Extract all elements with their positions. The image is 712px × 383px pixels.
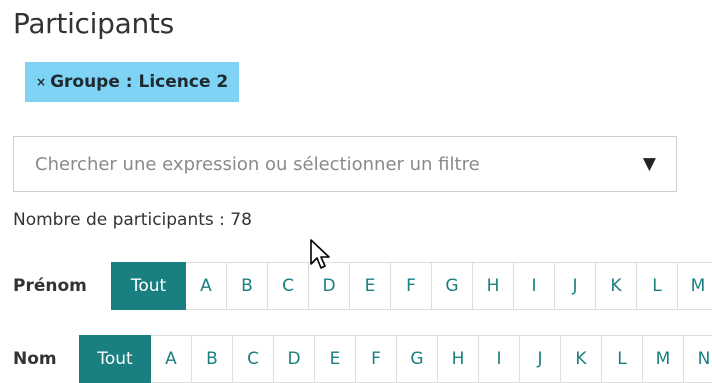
lastname-initial-m[interactable]: M — [643, 335, 684, 383]
search-filter-box[interactable]: ▼ — [13, 136, 677, 192]
page-title: Participants — [13, 7, 174, 40]
firstname-initial-b[interactable]: B — [227, 262, 268, 310]
lastname-initial-l[interactable]: L — [602, 335, 643, 383]
lastname-initial-k[interactable]: K — [561, 335, 602, 383]
lastname-initial-n[interactable]: N — [684, 335, 712, 383]
firstname-initial-i[interactable]: I — [514, 262, 555, 310]
close-icon[interactable]: × — [36, 75, 46, 89]
lastname-initial-f[interactable]: F — [356, 335, 397, 383]
firstname-initials-buttons: Tout A B C D E F G H I J K L M — [111, 262, 712, 310]
search-input[interactable] — [14, 137, 615, 191]
firstname-initial-all[interactable]: Tout — [111, 262, 186, 310]
caret-down-icon[interactable]: ▼ — [643, 154, 656, 174]
lastname-initial-b[interactable]: B — [192, 335, 233, 383]
lastname-initial-c[interactable]: C — [233, 335, 274, 383]
firstname-initial-a[interactable]: A — [186, 262, 227, 310]
lastname-initial-i[interactable]: I — [479, 335, 520, 383]
lastname-initials-bar: Nom Tout A B C D E F G H I J K L M N — [13, 335, 712, 383]
firstname-initial-l[interactable]: L — [637, 262, 678, 310]
lastname-initial-g[interactable]: G — [397, 335, 438, 383]
participants-page: Participants × Groupe : Licence 2 ▼ Nomb… — [0, 0, 712, 383]
firstname-initial-m[interactable]: M — [678, 262, 712, 310]
lastname-initial-all[interactable]: Tout — [79, 335, 151, 383]
active-filter-chip[interactable]: × Groupe : Licence 2 — [25, 62, 240, 102]
firstname-initial-f[interactable]: F — [391, 262, 432, 310]
firstname-initial-h[interactable]: H — [473, 262, 514, 310]
lastname-initial-d[interactable]: D — [274, 335, 315, 383]
active-filter-label: Groupe : Licence 2 — [50, 72, 229, 92]
arrow-cursor-icon — [310, 239, 330, 269]
firstname-initial-c[interactable]: C — [268, 262, 309, 310]
lastname-initial-e[interactable]: E — [315, 335, 356, 383]
lastname-initial-a[interactable]: A — [151, 335, 192, 383]
lastname-initial-j[interactable]: J — [520, 335, 561, 383]
participants-count: Nombre de participants : 78 — [13, 210, 252, 230]
firstname-initial-k[interactable]: K — [596, 262, 637, 310]
firstname-initial-e[interactable]: E — [350, 262, 391, 310]
lastname-initials-buttons: Tout A B C D E F G H I J K L M N — [79, 335, 712, 383]
lastname-initial-h[interactable]: H — [438, 335, 479, 383]
firstname-initial-g[interactable]: G — [432, 262, 473, 310]
firstname-initials-bar: Prénom Tout A B C D E F G H I J K L M — [13, 262, 712, 310]
firstname-initial-j[interactable]: J — [555, 262, 596, 310]
firstname-initials-label: Prénom — [13, 276, 87, 296]
lastname-initials-label: Nom — [13, 349, 57, 369]
